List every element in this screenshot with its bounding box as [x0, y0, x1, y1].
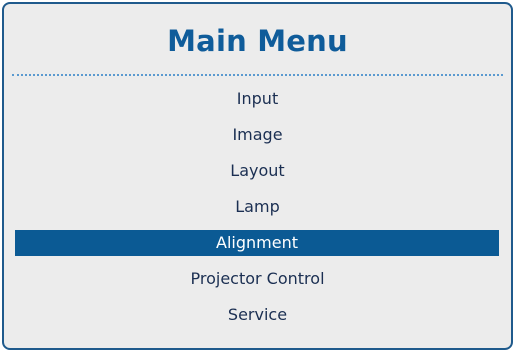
menu-list: Input Image Layout Lamp Alignment Projec… [4, 86, 511, 338]
menu-item-alignment[interactable]: Alignment [15, 230, 499, 256]
main-menu-panel: Main Menu Input Image Layout Lamp Alignm… [2, 2, 513, 350]
title-divider [12, 74, 503, 76]
menu-item-service[interactable]: Service [4, 302, 511, 328]
menu-item-image[interactable]: Image [4, 122, 511, 148]
menu-title: Main Menu [167, 24, 348, 58]
menu-item-lamp[interactable]: Lamp [4, 194, 511, 220]
menu-item-projector-control[interactable]: Projector Control [4, 266, 511, 292]
menu-item-layout[interactable]: Layout [4, 158, 511, 184]
menu-item-input[interactable]: Input [4, 86, 511, 112]
